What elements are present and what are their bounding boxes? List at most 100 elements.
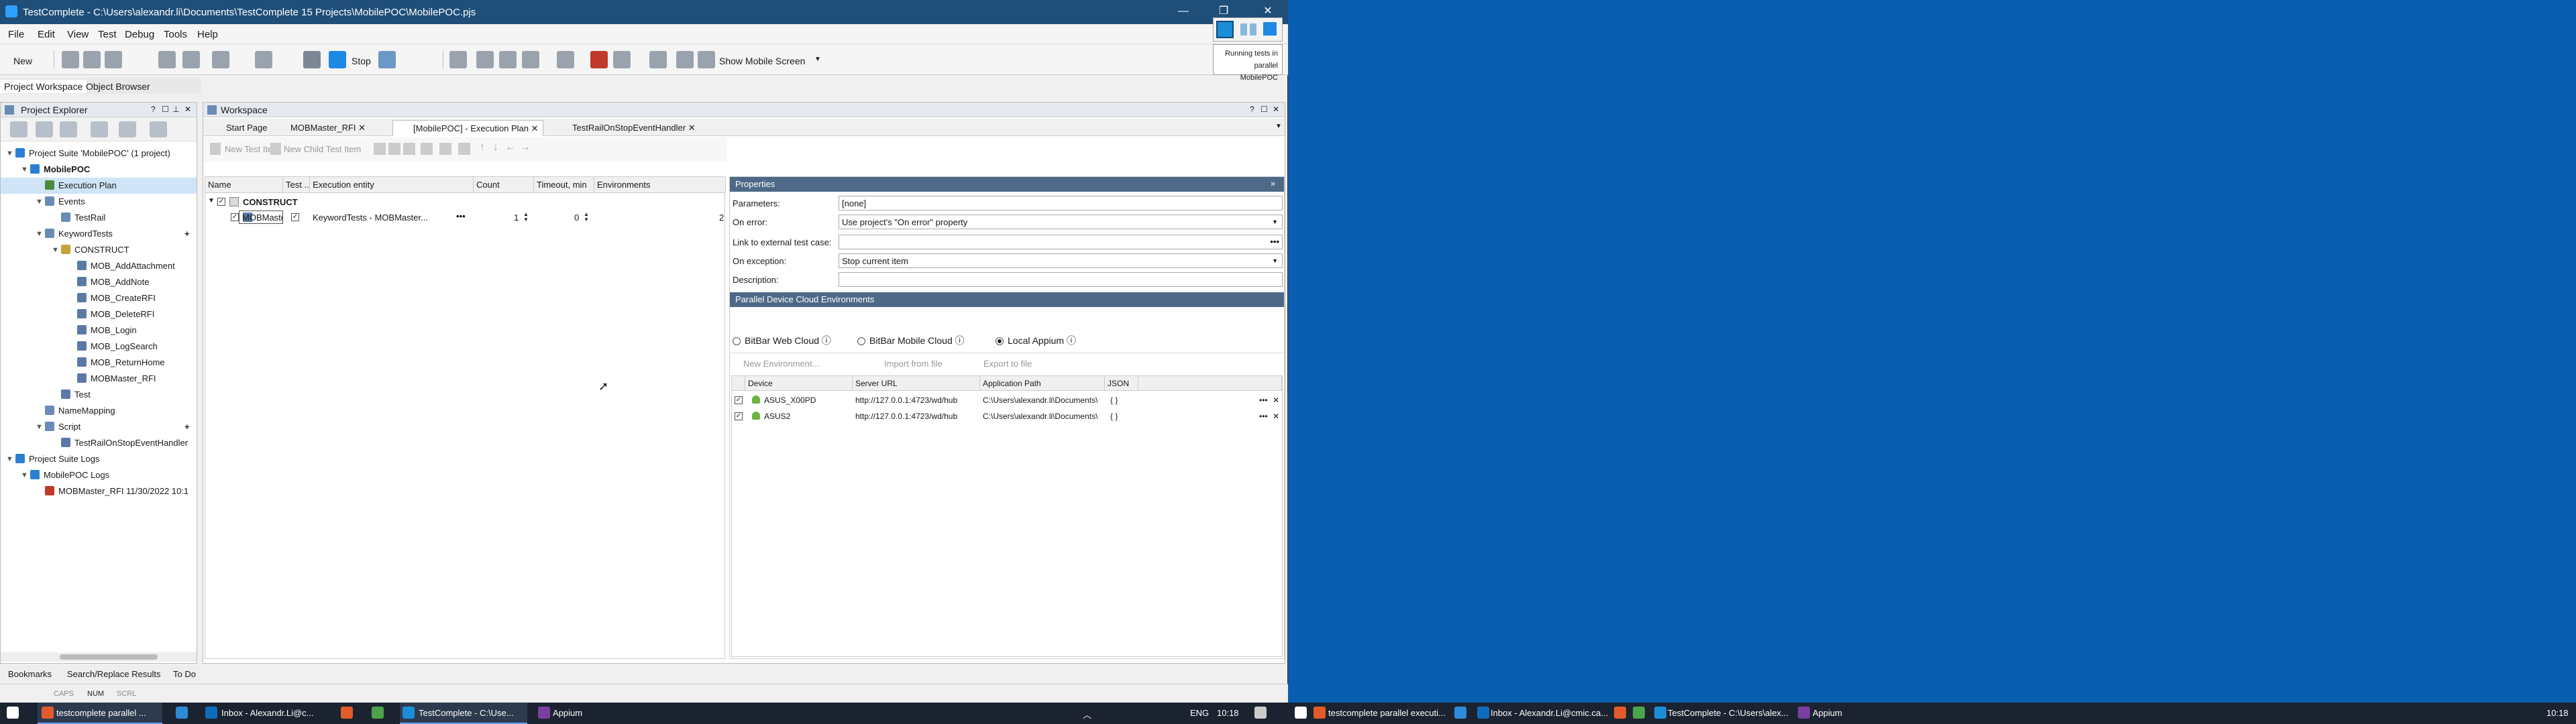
expand-icon[interactable]: ▼: [36, 419, 43, 435]
tree-node[interactable]: ▼ MobilePOC Logs: [1, 467, 197, 483]
tree-node[interactable]: NameMapping: [1, 403, 197, 419]
column-header-device[interactable]: Device: [745, 376, 853, 391]
mobile-screen-icon[interactable]: [698, 51, 715, 68]
tab-search-replace-results[interactable]: Search/Replace Results: [67, 669, 160, 679]
timeout-value[interactable]: 0: [574, 213, 579, 223]
device-row[interactable]: ✓ ASUS_X00PD http://127.0.0.1:4723/wd/hub C…: [732, 392, 1282, 408]
new-test-item-icon[interactable]: [210, 143, 221, 155]
expand-icon[interactable]: ▼: [6, 145, 13, 162]
row-checkbox[interactable]: ✓: [231, 213, 239, 221]
chevron-down-icon[interactable]: ▼: [1275, 123, 1282, 130]
column-header-test[interactable]: Test ...: [283, 177, 310, 193]
close-icon[interactable]: ✕: [184, 105, 191, 114]
edge-icon[interactable]: [176, 707, 188, 719]
expand-icon[interactable]: ▼: [21, 467, 28, 483]
taskbar-item-outlook[interactable]: Inbox - Alexandr.Li@c...: [221, 708, 314, 718]
parameters-field[interactable]: [none]: [839, 196, 1283, 210]
more-icon[interactable]: •••: [1259, 396, 1268, 405]
test-case-checkbox[interactable]: ✓: [291, 213, 299, 221]
info-icon[interactable]: ⓘ: [1067, 335, 1076, 346]
timeout-spinner-icon[interactable]: ▲ ▼: [584, 212, 589, 223]
menu-test[interactable]: Test: [98, 29, 117, 40]
clock[interactable]: 10:18: [1217, 708, 1239, 718]
info-icon[interactable]: ⓘ: [955, 335, 965, 346]
pause-icon[interactable]: [449, 51, 467, 68]
more-icon[interactable]: •••: [1259, 412, 1268, 421]
expand-icon[interactable]: ▼: [36, 226, 43, 242]
info-icon[interactable]: ⓘ: [822, 335, 831, 346]
tab-execution-plan[interactable]: [MobilePOC] - Execution Plan ✕: [392, 120, 543, 136]
row-name[interactable]: MOBMaster_RFI: [239, 210, 283, 224]
tree-node[interactable]: ▼ KeywordTests +: [1, 226, 197, 242]
chevron-up-icon[interactable]: ︿: [1083, 708, 1091, 721]
column-header-execution-entity[interactable]: Execution entity: [310, 177, 474, 193]
close-icon[interactable]: ✕: [688, 123, 696, 133]
taskbar-item-testcomplete[interactable]: TestComplete - C:\Use...: [419, 708, 514, 718]
column-header-timeout[interactable]: Timeout, min: [534, 177, 594, 193]
menu-view[interactable]: View: [67, 29, 89, 40]
add-icon[interactable]: [158, 51, 176, 68]
environments-value[interactable]: 2: [719, 213, 724, 223]
tab-to-do[interactable]: To Do: [173, 669, 196, 679]
help-icon[interactable]: ?: [151, 105, 156, 114]
step-into-icon[interactable]: [499, 51, 517, 68]
device-checkbox[interactable]: ✓: [735, 396, 743, 404]
add-icon[interactable]: +: [184, 226, 190, 242]
new-button[interactable]: New: [13, 56, 32, 66]
column-header-json[interactable]: JSON: [1105, 376, 1138, 391]
horizontal-scrollbar[interactable]: [1, 652, 197, 662]
tab-project-workspace[interactable]: Project Workspace: [0, 80, 87, 93]
folder-icon[interactable]: [388, 143, 400, 155]
tree-node[interactable]: MOB_Login: [1, 322, 197, 339]
device-checkbox[interactable]: ✓: [735, 412, 743, 420]
minimize-button[interactable]: —: [1174, 4, 1193, 19]
close-icon[interactable]: ✕: [358, 123, 366, 133]
save-all-icon[interactable]: [105, 51, 122, 68]
tools-icon[interactable]: [212, 51, 229, 68]
browser-icon[interactable]: [1633, 707, 1645, 719]
more-icon[interactable]: •••: [456, 211, 466, 221]
taskbar-item-outlook[interactable]: Inbox - Alexandr.Li@cmic.ca...: [1491, 708, 1608, 718]
tab-bookmarks[interactable]: Bookmarks: [8, 669, 52, 679]
import-from-file-button[interactable]: Import from file: [884, 359, 943, 369]
taskbar-item-appium[interactable]: Appium: [1813, 708, 1842, 718]
scrollbar-thumb[interactable]: [60, 654, 158, 660]
outdent-icon[interactable]: [458, 143, 470, 155]
save-icon[interactable]: [83, 51, 101, 68]
tree-node[interactable]: TestRail: [1, 210, 197, 226]
tree-node[interactable]: MOB_LogSearch: [1, 339, 197, 355]
inspect-icon[interactable]: [613, 51, 631, 68]
taskbar-item-appium[interactable]: Appium: [553, 708, 582, 718]
record-test-icon[interactable]: [255, 51, 272, 68]
new-environment-button[interactable]: New Environment...: [743, 359, 819, 369]
notification-icon[interactable]: [1254, 707, 1267, 719]
calculator-icon[interactable]: [557, 51, 574, 68]
radio-bitbar-mobile-cloud[interactable]: BitBar Mobile Cloud ⓘ: [857, 334, 965, 347]
chevron-down-icon[interactable]: ▼: [1272, 219, 1278, 225]
column-header-environments[interactable]: Environments: [594, 177, 726, 193]
tree-node[interactable]: ▼ CONSTRUCT: [1, 242, 197, 258]
parallel-run-icon[interactable]: [1216, 21, 1234, 38]
move-up-icon[interactable]: ↑: [480, 141, 485, 154]
description-field[interactable]: [839, 272, 1283, 287]
column-header-application-path[interactable]: Application Path: [980, 376, 1105, 391]
show-mobile-screen-button[interactable]: Show Mobile Screen: [719, 56, 805, 66]
column-header-server-url[interactable]: Server URL: [853, 376, 980, 391]
new-item-icon[interactable]: [10, 121, 28, 137]
move-left-icon[interactable]: ←: [505, 141, 516, 154]
chrome-icon[interactable]: [1614, 707, 1626, 719]
on-exception-select[interactable]: Stop current item ▼: [839, 253, 1283, 268]
tree-node[interactable]: MOB_AddNote: [1, 274, 197, 290]
move-down-icon[interactable]: ↓: [493, 141, 498, 154]
radio-button[interactable]: [996, 337, 1004, 345]
move-right-icon[interactable]: →: [520, 141, 531, 154]
tab-mobmaster-rfi[interactable]: MOBMaster_RFI ✕: [270, 120, 370, 136]
chevron-down-icon[interactable]: ▼: [814, 56, 821, 63]
expand-icon[interactable]: ▼: [36, 194, 43, 210]
tree-node[interactable]: MOB_CreateRFI: [1, 290, 197, 306]
clock[interactable]: 10:18: [2546, 708, 2569, 718]
more-icon[interactable]: •••: [1270, 237, 1279, 247]
expand-icon[interactable]: ▼: [6, 451, 13, 467]
pause-icon[interactable]: [1240, 23, 1247, 36]
delete-icon[interactable]: [421, 143, 433, 155]
